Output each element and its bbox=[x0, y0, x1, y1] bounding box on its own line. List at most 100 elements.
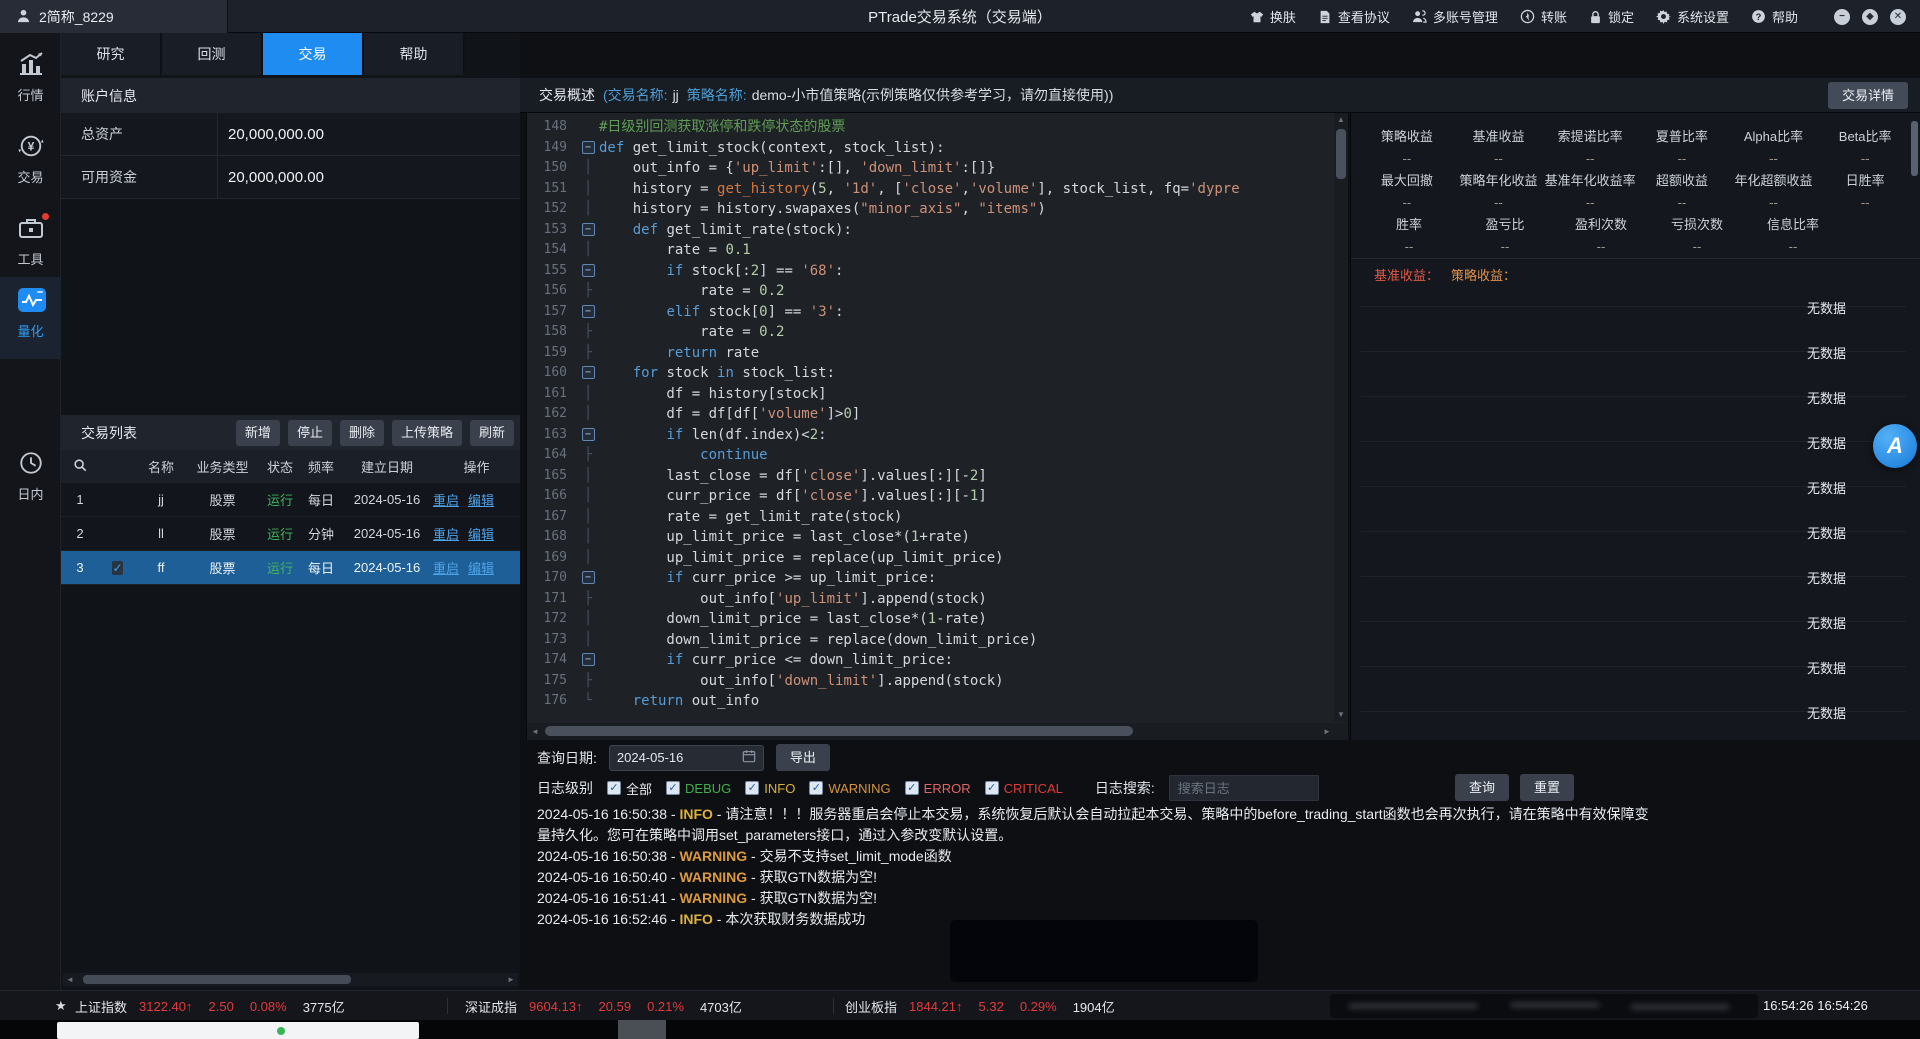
log-reset-button[interactable]: 重置 bbox=[1520, 774, 1574, 801]
trade-list-button-刷新[interactable]: 刷新 bbox=[470, 420, 514, 446]
fold-toggle-icon[interactable]: − bbox=[582, 264, 595, 277]
log-level-DEBUG[interactable]: ✓DEBUG bbox=[666, 781, 731, 796]
log-level-WARNING[interactable]: ✓WARNING bbox=[809, 781, 890, 796]
scroll-right-icon[interactable]: ► bbox=[504, 975, 518, 984]
fold-toggle-icon[interactable]: − bbox=[582, 653, 595, 666]
search-icon[interactable] bbox=[61, 458, 99, 475]
line-number: 160 bbox=[527, 363, 577, 384]
row-checkbox[interactable]: ✓ bbox=[99, 560, 136, 576]
action-重启[interactable]: 重启 bbox=[433, 493, 459, 508]
trade-list-button-停止[interactable]: 停止 bbox=[288, 420, 332, 446]
strategy-code-editor[interactable]: 148#日级别回测获取涨停和跌停状态的股票149−def get_limit_s… bbox=[526, 113, 1348, 740]
tab-回测[interactable]: 回测 bbox=[162, 33, 263, 75]
index-price: 9604.13↑ bbox=[529, 999, 583, 1014]
scroll-left-icon[interactable]: ◄ bbox=[527, 723, 543, 740]
metric-value: -- bbox=[1636, 151, 1728, 166]
log-level-全部[interactable]: ✓全部 bbox=[607, 779, 652, 798]
query-date-input[interactable]: 2024-05-16 bbox=[609, 745, 764, 771]
sidebar-item-量化[interactable]: 量化 bbox=[0, 277, 61, 359]
restore-button[interactable]: ◆ bbox=[1862, 9, 1878, 25]
scrollbar-thumb[interactable] bbox=[545, 726, 1133, 736]
ptrade-window: 2简称_8229 PTrade交易系统（交易端） 换肤查看协议多账号管理转账锁定… bbox=[0, 0, 1920, 1039]
trade-list-button-新增[interactable]: 新增 bbox=[236, 420, 280, 446]
tab-研究[interactable]: 研究 bbox=[61, 33, 162, 75]
log-message: - 获取GTN数据为空! bbox=[747, 890, 877, 906]
lock-icon bbox=[1589, 10, 1602, 24]
scroll-left-icon[interactable]: ◄ bbox=[63, 975, 77, 984]
checkbox[interactable]: ✓ bbox=[666, 781, 680, 795]
code-text: curr_price = df['close'].values[:][-1] bbox=[599, 486, 1333, 507]
editor-hscrollbar[interactable]: ◄ ► bbox=[527, 723, 1348, 740]
titlebar-menu-3[interactable]: 多账号管理 bbox=[1412, 7, 1498, 26]
sidebar-item-行情[interactable]: 行情 bbox=[0, 41, 61, 113]
code-line: 155− if stock[:2] == '68': bbox=[527, 261, 1333, 282]
titlebar-menu-6[interactable]: 系统设置 bbox=[1656, 7, 1729, 26]
line-number: 170 bbox=[527, 568, 577, 589]
fold-gutter: ├ bbox=[577, 343, 599, 364]
titlebar-menu-1[interactable]: 换肤 bbox=[1250, 7, 1296, 26]
close-button[interactable]: ✕ bbox=[1890, 9, 1906, 25]
tab-交易[interactable]: 交易 bbox=[263, 33, 364, 75]
checkbox[interactable]: ✓ bbox=[607, 781, 621, 795]
fold-toggle-icon[interactable]: − bbox=[582, 141, 595, 154]
status-badge: 运行 bbox=[259, 490, 301, 509]
code-text: rate = 0.1 bbox=[599, 240, 1333, 261]
pin-icon[interactable]: ★ bbox=[55, 991, 67, 1021]
fold-toggle-icon[interactable]: − bbox=[582, 571, 595, 584]
action-重启[interactable]: 重启 bbox=[433, 561, 459, 576]
scroll-up-icon[interactable]: ▲ bbox=[1334, 113, 1348, 127]
code-text: if curr_price <= down_limit_price: bbox=[599, 650, 1333, 671]
divider bbox=[833, 998, 834, 1014]
checkbox[interactable]: ✓ bbox=[112, 561, 122, 575]
scrollbar-thumb[interactable] bbox=[1336, 129, 1346, 179]
checkbox[interactable]: ✓ bbox=[809, 781, 823, 795]
column-header-名称: 名称 bbox=[136, 457, 186, 476]
code-text: up_limit_price = last_close*(1+rate) bbox=[599, 527, 1333, 548]
export-button[interactable]: 导出 bbox=[776, 744, 830, 771]
trade-list-hscrollbar[interactable]: ◄ ► bbox=[63, 973, 518, 986]
log-time: 2024-05-16 16:51:41 - bbox=[537, 890, 679, 906]
fold-toggle-icon[interactable]: − bbox=[582, 223, 595, 236]
assistant-floating-button[interactable]: A bbox=[1873, 424, 1917, 468]
trade-name-label: (交易名称: bbox=[603, 85, 668, 105]
log-level-INFO[interactable]: ✓INFO bbox=[745, 781, 795, 796]
trade-list-button-上传策略[interactable]: 上传策略 bbox=[392, 420, 462, 446]
trade-list-button-删除[interactable]: 删除 bbox=[340, 420, 384, 446]
editor-vscrollbar[interactable]: ▲ ▼ bbox=[1334, 113, 1348, 722]
action-编辑[interactable]: 编辑 bbox=[468, 527, 494, 542]
fold-toggle-icon[interactable]: − bbox=[582, 305, 595, 318]
sidebar-item-工具[interactable]: 工具 bbox=[0, 205, 61, 277]
scroll-down-icon[interactable]: ▼ bbox=[1334, 708, 1348, 722]
table-row[interactable]: 3✓ff股票运行每日2024-05-16重启编辑 bbox=[61, 551, 520, 585]
sidebar-item-交易[interactable]: ¥交易 bbox=[0, 123, 61, 195]
log-level-CRITICAL[interactable]: ✓CRITICAL bbox=[985, 781, 1063, 796]
checkbox[interactable]: ✓ bbox=[985, 781, 999, 795]
titlebar-menu-7[interactable]: ?帮助 bbox=[1751, 7, 1798, 26]
action-编辑[interactable]: 编辑 bbox=[468, 493, 494, 508]
calendar-icon[interactable] bbox=[742, 749, 756, 766]
log-level-ERROR[interactable]: ✓ERROR bbox=[905, 781, 971, 796]
fold-toggle-icon[interactable]: − bbox=[582, 366, 595, 379]
trade-name: jj bbox=[136, 492, 186, 507]
panel-scrollbar-thumb[interactable] bbox=[1911, 121, 1918, 176]
scrollbar-thumb[interactable] bbox=[83, 975, 351, 984]
table-row[interactable]: 1jj股票运行每日2024-05-16重启编辑 bbox=[61, 483, 520, 517]
current-account[interactable]: 2简称_8229 bbox=[0, 0, 228, 33]
log-search-input[interactable] bbox=[1169, 775, 1319, 801]
minimize-button[interactable]: − bbox=[1834, 9, 1850, 25]
checkbox[interactable]: ✓ bbox=[745, 781, 759, 795]
scroll-right-icon[interactable]: ► bbox=[1319, 723, 1335, 740]
titlebar-menu-4[interactable]: 转账 bbox=[1520, 7, 1567, 26]
action-重启[interactable]: 重启 bbox=[433, 527, 459, 542]
titlebar-menu-5[interactable]: 锁定 bbox=[1589, 7, 1634, 26]
tab-帮助[interactable]: 帮助 bbox=[364, 33, 465, 75]
fold-toggle-icon[interactable]: − bbox=[582, 428, 595, 441]
log-message: - 本次获取财务数据成功 bbox=[713, 911, 865, 927]
table-row[interactable]: 2ll股票运行分钟2024-05-16重启编辑 bbox=[61, 517, 520, 551]
titlebar-menu-2[interactable]: 查看协议 bbox=[1318, 7, 1390, 26]
action-编辑[interactable]: 编辑 bbox=[468, 561, 494, 576]
trade-detail-button[interactable]: 交易详情 bbox=[1828, 82, 1908, 109]
sidebar-item-日内[interactable]: 日内 bbox=[0, 440, 61, 512]
log-query-button[interactable]: 查询 bbox=[1455, 774, 1509, 801]
checkbox[interactable]: ✓ bbox=[905, 781, 919, 795]
